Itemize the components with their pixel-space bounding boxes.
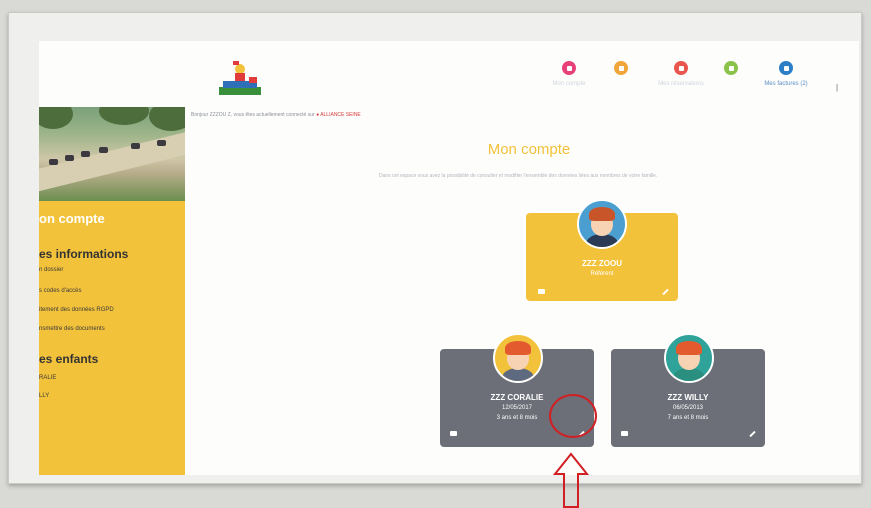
nav-separator: | [836, 83, 839, 92]
sidebar-link-codes[interactable]: s codes d'accès [39, 288, 82, 294]
document-icon [724, 61, 738, 75]
member-role: Référent [590, 271, 614, 277]
up-arrow-icon [552, 452, 590, 508]
page-title: Mon compte [487, 141, 571, 158]
camera-icon[interactable] [621, 431, 628, 436]
edit-pencil-icon[interactable] [749, 430, 756, 438]
screen: Mon compte Mes réservations Mes factures… [39, 41, 859, 475]
sidebar-section-enfants: es enfants [39, 352, 99, 366]
calendar-icon [614, 61, 628, 75]
avatar [493, 333, 543, 383]
site-logo[interactable] [219, 61, 261, 97]
avatar [664, 333, 714, 383]
sidebar-section-informations: es informations [39, 247, 129, 261]
invoice-icon [779, 61, 793, 75]
avatar [577, 199, 627, 249]
nav-item-2[interactable] [591, 61, 651, 81]
member-card-parent[interactable]: ZZZ ZOOU Référent [526, 199, 678, 301]
member-card-willy[interactable]: ZZZ WILLY 06/05/2013 7 ans et 8 mois [611, 333, 765, 447]
nav-label: Mes factures (2) [764, 81, 808, 87]
top-navigation: Mon compte Mes réservations Mes factures… [539, 61, 859, 101]
member-name: ZZZ WILLY [667, 393, 709, 402]
sidebar-title: on compte [39, 211, 105, 226]
camera-icon[interactable] [450, 431, 457, 436]
user-icon [562, 61, 576, 75]
nav-item-invoices[interactable]: Mes factures (2) [751, 61, 821, 87]
sidebar-link-willy[interactable]: LLY [39, 393, 49, 399]
sidebar-link-coralie[interactable]: RALIE [39, 375, 56, 381]
site-link[interactable]: ● ALLIANCE SEINE [316, 112, 361, 118]
member-birthdate: 06/05/2013 [672, 405, 704, 411]
member-name: ZZZ ZOOU [582, 259, 622, 268]
sidebar-photo [39, 107, 185, 201]
page-subtitle: Dans cet espace vous avez la possibilité… [379, 173, 658, 179]
greeting: Bonjour ZZZOU Z, vous êtes actuellement … [191, 112, 361, 118]
nav-label: Mon compte [552, 81, 586, 87]
nav-label: Mes réservations [658, 81, 704, 87]
camera-icon[interactable] [538, 289, 545, 294]
edit-pencil-icon[interactable] [662, 288, 669, 296]
pencil-nav-icon [674, 61, 688, 75]
nav-item-account[interactable]: Mon compte [539, 61, 599, 87]
monitor-frame: Mon compte Mes réservations Mes factures… [8, 12, 862, 484]
greeting-text: Bonjour ZZZOU Z, vous êtes actuellement … [191, 112, 317, 118]
sidebar: on compte es informations n dossier s co… [39, 107, 185, 475]
sidebar-link-rgpd[interactable]: itement des données RGPD [39, 307, 114, 313]
member-age: 7 ans et 8 mois [667, 415, 709, 421]
sidebar-link-dossier[interactable]: n dossier [39, 267, 63, 273]
highlight-circle [549, 394, 597, 438]
sidebar-link-documents[interactable]: nsmettre des documents [39, 326, 105, 332]
